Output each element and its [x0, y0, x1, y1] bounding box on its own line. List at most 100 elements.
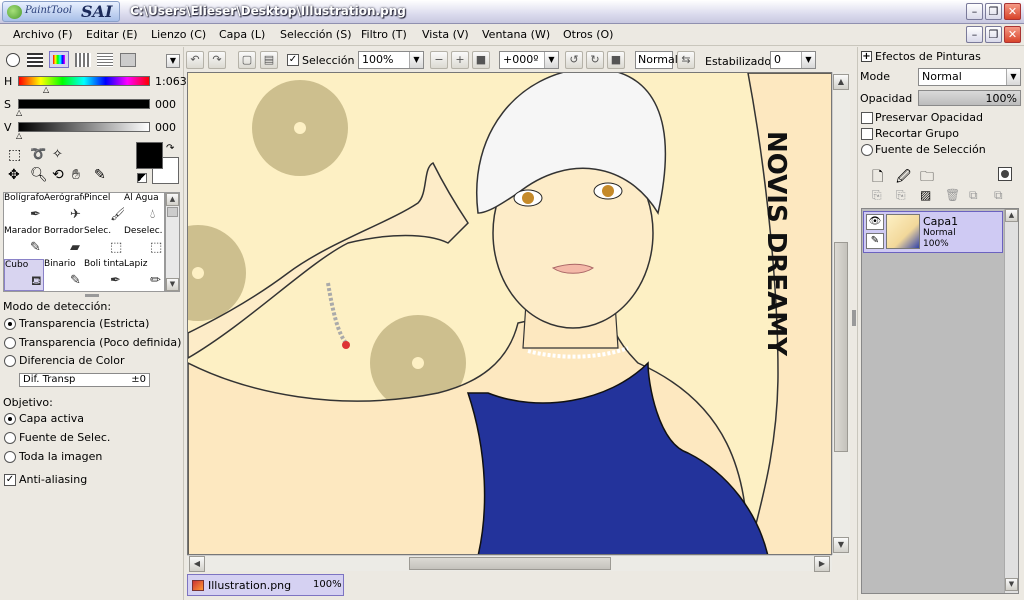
saturation-marker[interactable]: △: [16, 108, 22, 117]
zoom-reset-icon[interactable]: ■: [472, 51, 490, 69]
scratchpad-icon[interactable]: [97, 53, 113, 67]
brush-icon[interactable]: ✎: [866, 233, 884, 249]
tool-al-agua[interactable]: Al Agua 💧︎: [124, 193, 164, 225]
scroll-down-icon[interactable]: ▼: [1005, 578, 1018, 591]
color-wheel-icon[interactable]: [6, 53, 20, 67]
selection-source-radio[interactable]: [861, 144, 873, 156]
hue-marker[interactable]: △: [43, 85, 49, 94]
tool-pincel[interactable]: Pincel 🖌︎: [84, 193, 124, 225]
canvas-vertical-scrollbar[interactable]: ▲ ▼: [832, 72, 850, 555]
target-option-active-layer[interactable]: Capa activa: [19, 412, 84, 425]
rgb-slider-icon[interactable]: [27, 53, 43, 67]
swap-colors-icon[interactable]: ↷: [166, 143, 174, 154]
layer-mode-combo[interactable]: Normal ▼: [918, 68, 1021, 86]
detection-radio-loose[interactable]: [4, 337, 16, 349]
detection-option-color[interactable]: Diferencia de Color: [19, 354, 125, 367]
tool-selec[interactable]: Selec. ⬚: [84, 226, 124, 258]
invert-selection-icon[interactable]: ▤: [260, 51, 278, 69]
canvas[interactable]: NOVIS DREAMY: [187, 72, 832, 555]
new-linework-layer-icon[interactable]: 🖉: [896, 166, 911, 190]
tool-marador[interactable]: Marador ✎: [4, 226, 44, 258]
target-radio-active-layer[interactable]: [4, 413, 16, 425]
document-tab[interactable]: Illustration.png 100%: [187, 574, 344, 596]
preserve-opacity-label[interactable]: Preservar Opacidad: [875, 111, 983, 124]
chevron-down-icon[interactable]: ▼: [1006, 69, 1020, 85]
menu-ventana[interactable]: Ventana (W): [482, 28, 550, 41]
blend-combo[interactable]: Normal: [635, 51, 678, 69]
clip-group-checkbox[interactable]: [861, 128, 873, 140]
swatches-icon[interactable]: [75, 53, 91, 67]
scroll-left-icon[interactable]: ◀: [189, 556, 205, 572]
move-icon[interactable]: ✥: [8, 167, 20, 183]
rotate-reset-icon[interactable]: ■: [607, 51, 625, 69]
target-option-selection-source[interactable]: Fuente de Selec.: [19, 431, 110, 444]
lasso-icon[interactable]: ➰: [30, 147, 46, 162]
antialias-label[interactable]: Anti-aliasing: [19, 473, 87, 486]
menu-otros[interactable]: Otros (O): [563, 28, 613, 41]
target-radio-selection-source[interactable]: [4, 432, 16, 444]
delete-layer-icon[interactable]: 🗑︎: [945, 188, 960, 202]
clear-layer-icon[interactable]: ▨: [920, 188, 931, 202]
menu-vista[interactable]: Vista (V): [422, 28, 469, 41]
detection-option-loose[interactable]: Transparencia (Poco definida): [19, 336, 181, 349]
scroll-up-icon[interactable]: ▲: [166, 193, 179, 206]
tool-deselec[interactable]: Deselec. ⬚: [124, 226, 164, 258]
horizontal-scroll-thumb[interactable]: [409, 557, 611, 570]
detection-radio-strict[interactable]: [4, 318, 16, 330]
new-layer-icon[interactable]: 🗋: [872, 166, 883, 190]
rect-select-icon[interactable]: ⬚: [8, 147, 21, 163]
rotate-icon[interactable]: ⟲: [52, 167, 64, 183]
eye-icon[interactable]: 👁︎: [866, 214, 884, 230]
new-folder-icon[interactable]: 🗀: [920, 166, 934, 190]
doc-minimize-button[interactable]: –: [966, 26, 983, 43]
layer-list-scrollbar[interactable]: ▲ ▼: [1004, 209, 1018, 593]
value-marker[interactable]: △: [16, 131, 22, 140]
dif-transp-field[interactable]: Dif. Transp ±0: [19, 373, 150, 387]
deselect-icon[interactable]: ▢: [238, 51, 256, 69]
opacity-slider[interactable]: 100%: [918, 90, 1021, 106]
undo-icon[interactable]: ↶: [186, 51, 204, 69]
rotate-left-icon[interactable]: ↺: [565, 51, 583, 69]
chevron-down-icon[interactable]: ▼: [544, 52, 558, 68]
merge-down-icon[interactable]: ⎘: [896, 188, 906, 203]
zoom-in-icon[interactable]: +: [451, 51, 469, 69]
scroll-down-icon[interactable]: ▼: [833, 537, 849, 553]
clip-group-label[interactable]: Recortar Grupo: [875, 127, 959, 140]
minimize-button[interactable]: –: [966, 3, 983, 20]
target-radio-whole-image[interactable]: [4, 451, 16, 463]
target-option-whole-image[interactable]: Toda la imagen: [19, 450, 102, 463]
zoom-combo[interactable]: 100% ▼: [358, 51, 424, 69]
chevron-down-icon[interactable]: ▼: [801, 52, 815, 68]
layer-mask-icon[interactable]: [998, 167, 1012, 181]
scroll-thumb[interactable]: [167, 207, 178, 217]
scroll-up-icon[interactable]: ▲: [833, 74, 849, 90]
tool-grid-scrollbar[interactable]: ▲ ▼: [165, 192, 180, 292]
eyedropper-icon[interactable]: ✎: [94, 167, 106, 183]
canvas-horizontal-scrollbar[interactable]: ◀ ▶: [187, 555, 832, 572]
doc-restore-button[interactable]: ❐: [985, 26, 1002, 43]
detection-option-strict[interactable]: Transparencia (Estricta): [19, 317, 149, 330]
rotate-right-icon[interactable]: ↻: [586, 51, 604, 69]
right-panel-splitter[interactable]: [852, 310, 856, 326]
scroll-up-icon[interactable]: ▲: [1005, 209, 1018, 222]
chevron-down-icon[interactable]: ▼: [409, 52, 423, 68]
preserve-opacity-checkbox[interactable]: [861, 112, 873, 124]
tool-cubo[interactable]: Cubo ⛾: [4, 259, 44, 291]
antialias-checkbox[interactable]: ✓: [4, 474, 16, 486]
hand-icon[interactable]: ✋︎: [72, 167, 80, 183]
saturation-slider[interactable]: [18, 99, 150, 109]
value-slider[interactable]: [18, 122, 150, 132]
tool-boligrafo[interactable]: Bolígrafo ✒: [4, 193, 44, 225]
redo-icon[interactable]: ↷: [208, 51, 226, 69]
zoom-icon[interactable]: 🔍︎: [30, 167, 48, 183]
menu-lienzo[interactable]: Lienzo (C): [151, 28, 206, 41]
tool-aerografo[interactable]: Aerógrafo ✈: [44, 193, 84, 225]
detection-radio-color[interactable]: [4, 355, 16, 367]
menu-seleccion[interactable]: Selección (S): [280, 28, 352, 41]
user-colors-icon[interactable]: [120, 53, 136, 67]
menu-filtro[interactable]: Filtro (T): [361, 28, 407, 41]
tool-binario[interactable]: Binario ✎: [44, 259, 84, 291]
layer-item[interactable]: 👁︎ ✎ Capa1 Normal 100%: [863, 211, 1003, 253]
vertical-scroll-thumb[interactable]: [834, 242, 848, 452]
menu-editar[interactable]: Editar (E): [86, 28, 138, 41]
